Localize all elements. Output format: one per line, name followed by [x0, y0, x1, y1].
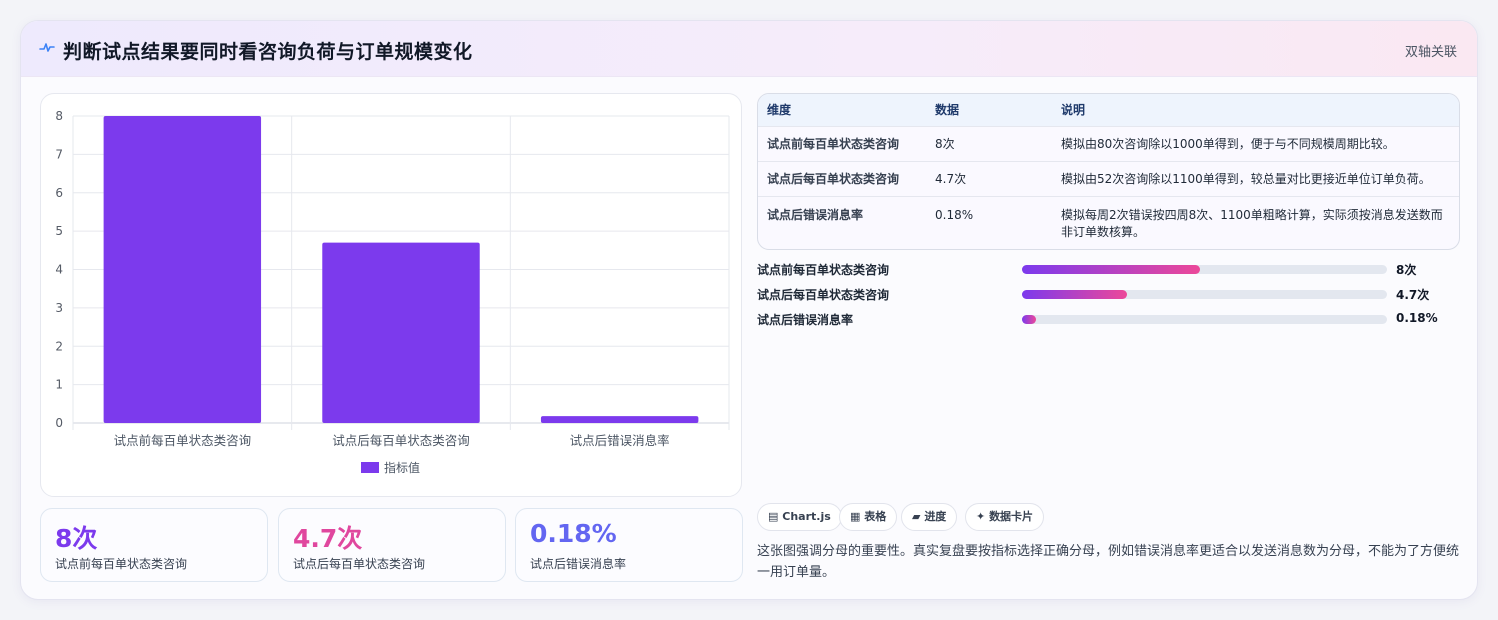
progress-row-after: 试点后每百单状态类咨询 4.7次 — [757, 286, 1460, 302]
x-tick-label: 试点后错误消息率 — [570, 433, 670, 448]
chip-label: 表格 — [864, 510, 887, 523]
progress-value: 4.7次 — [1396, 288, 1430, 302]
stat-value: 8次 — [55, 524, 98, 553]
progress-fill — [1022, 265, 1200, 274]
table-cell: 试点后每百单状态类咨询 — [767, 172, 900, 186]
y-tick-label: 4 — [55, 263, 63, 277]
progress-row-error-rate: 试点后错误消息率 0.18% — [757, 311, 1460, 327]
table-cell: 试点前每百单状态类咨询 — [767, 137, 900, 151]
y-tick-label: 0 — [55, 416, 63, 430]
chip-label: Chart.js — [782, 510, 831, 523]
report-card: 判断试点结果要同时看咨询负荷与订单规模变化 双轴关联 0 1 2 3 4 5 6 7 8 试点前每… — [20, 20, 1478, 600]
chart-note: 这张图强调分母的重要性。真实复盘要按指标选择正确分母，例如错误消息率更适合以发送… — [757, 544, 1460, 580]
y-tick-label: 6 — [55, 186, 63, 200]
legend-label: 指标值 — [384, 460, 420, 475]
y-tick-label: 8 — [55, 109, 63, 123]
legend-swatch — [361, 462, 379, 473]
chart-icon: ▤ — [768, 510, 779, 523]
table-cell: 8次 — [935, 137, 955, 151]
table-cell: 4.7次 — [935, 172, 967, 186]
progress-value: 8次 — [1396, 263, 1417, 277]
table-row: 试点前每百单状态类咨询 8次 模拟由80次咨询除以1000单得到，便于与不同规模… — [758, 127, 1459, 162]
y-tick-label: 1 — [55, 378, 63, 392]
x-tick-label: 试点后每百单状态类咨询 — [332, 433, 470, 448]
progress-fill — [1022, 290, 1127, 299]
chip-data-card[interactable]: ✦ 数据卡片 — [965, 503, 1045, 531]
chip-label: 进度 — [924, 510, 947, 523]
table-header-cell: 数据 — [935, 103, 960, 117]
chip-table[interactable]: ▦ 表格 — [839, 503, 898, 531]
table-row: 试点后每百单状态类咨询 4.7次 模拟由52次咨询除以1100单得到，较总量对比… — [758, 162, 1459, 197]
bar — [322, 242, 480, 423]
stat-label: 试点前每百单状态类咨询 — [55, 557, 188, 571]
table-header-cell: 说明 — [1061, 103, 1086, 117]
table-cell: 模拟由80次咨询除以1000单得到，便于与不同规模周期比较。 — [1061, 137, 1395, 151]
bar-chart: 0 1 2 3 4 5 6 7 8 试点前每百单状态类咨询 试点后每百单状态类咨询 试点后错误消息率指… — [40, 93, 742, 497]
stat-card-before: 8次 试点前每百单状态类咨询 — [40, 508, 268, 582]
table-row: 试点后错误消息率 0.18% 模拟每周2次错误按四周8次、1100单粗略计算，实… — [758, 197, 1459, 249]
table-cell: 0.18% — [935, 208, 974, 222]
table-cell: 模拟由52次咨询除以1100单得到，较总量对比更接近单位订单负荷。 — [1061, 172, 1431, 186]
stat-value: 4.7次 — [293, 524, 363, 553]
progress-fill — [1022, 315, 1037, 324]
progress-label: 试点后每百单状态类咨询 — [757, 288, 890, 302]
progress-row-before: 试点前每百单状态类咨询 8次 — [757, 261, 1460, 277]
chip-chartjs[interactable]: ▤ Chart.js — [757, 503, 842, 531]
chip-progress[interactable]: ▰ 进度 — [901, 503, 958, 531]
y-tick-label: 2 — [55, 339, 63, 353]
x-tick-label: 试点前每百单状态类咨询 — [114, 433, 252, 448]
progress-track — [1022, 315, 1387, 324]
bar-chart-svg: 0 1 2 3 4 5 6 7 8 试点前每百单状态类咨询 试点后每百单状态类咨询 试点后错误消息率指… — [55, 109, 730, 475]
y-tick-label: 7 — [55, 147, 63, 161]
progress-label: 试点后错误消息率 — [757, 313, 854, 327]
card-header: 判断试点结果要同时看咨询负荷与订单规模变化 双轴关联 — [21, 21, 1477, 77]
stat-card-error-rate: 0.18% 试点后错误消息率 — [515, 508, 743, 582]
bar — [540, 416, 699, 423]
bar — [103, 116, 262, 423]
y-tick-label: 5 — [55, 224, 63, 238]
progress-track — [1022, 290, 1387, 299]
y-tick-label: 3 — [55, 301, 63, 315]
page-title: 判断试点结果要同时看咨询负荷与订单规模变化 — [63, 41, 473, 63]
chip-label: 数据卡片 — [989, 510, 1034, 523]
stat-value: 0.18% — [530, 519, 617, 548]
table-cell: 模拟每周2次错误按四周8次、1100单粗略计算，实际须按消息发送数而非订单数核算… — [1061, 208, 1443, 239]
pulse-icon — [39, 43, 55, 52]
table-icon: ▦ — [850, 510, 861, 523]
table-cell: 试点后错误消息率 — [767, 208, 864, 222]
table-header-row: 维度 数据 说明 — [758, 94, 1459, 127]
stat-card-after: 4.7次 试点后每百单状态类咨询 — [278, 508, 506, 582]
data-table: 维度 数据 说明 试点前每百单状态类咨询 8次 模拟由80次咨询除以1000单得… — [757, 93, 1460, 250]
progress-label: 试点前每百单状态类咨询 — [757, 263, 890, 277]
header-tag: 双轴关联 — [1404, 45, 1457, 60]
sparkle-icon: ✦ — [976, 510, 986, 523]
stat-label: 试点后每百单状态类咨询 — [293, 557, 426, 571]
table-header-cell: 维度 — [767, 103, 792, 117]
progress-icon: ▰ — [912, 510, 921, 523]
progress-value: 0.18% — [1396, 311, 1438, 325]
progress-track — [1022, 265, 1387, 274]
stat-label: 试点后错误消息率 — [530, 557, 627, 571]
